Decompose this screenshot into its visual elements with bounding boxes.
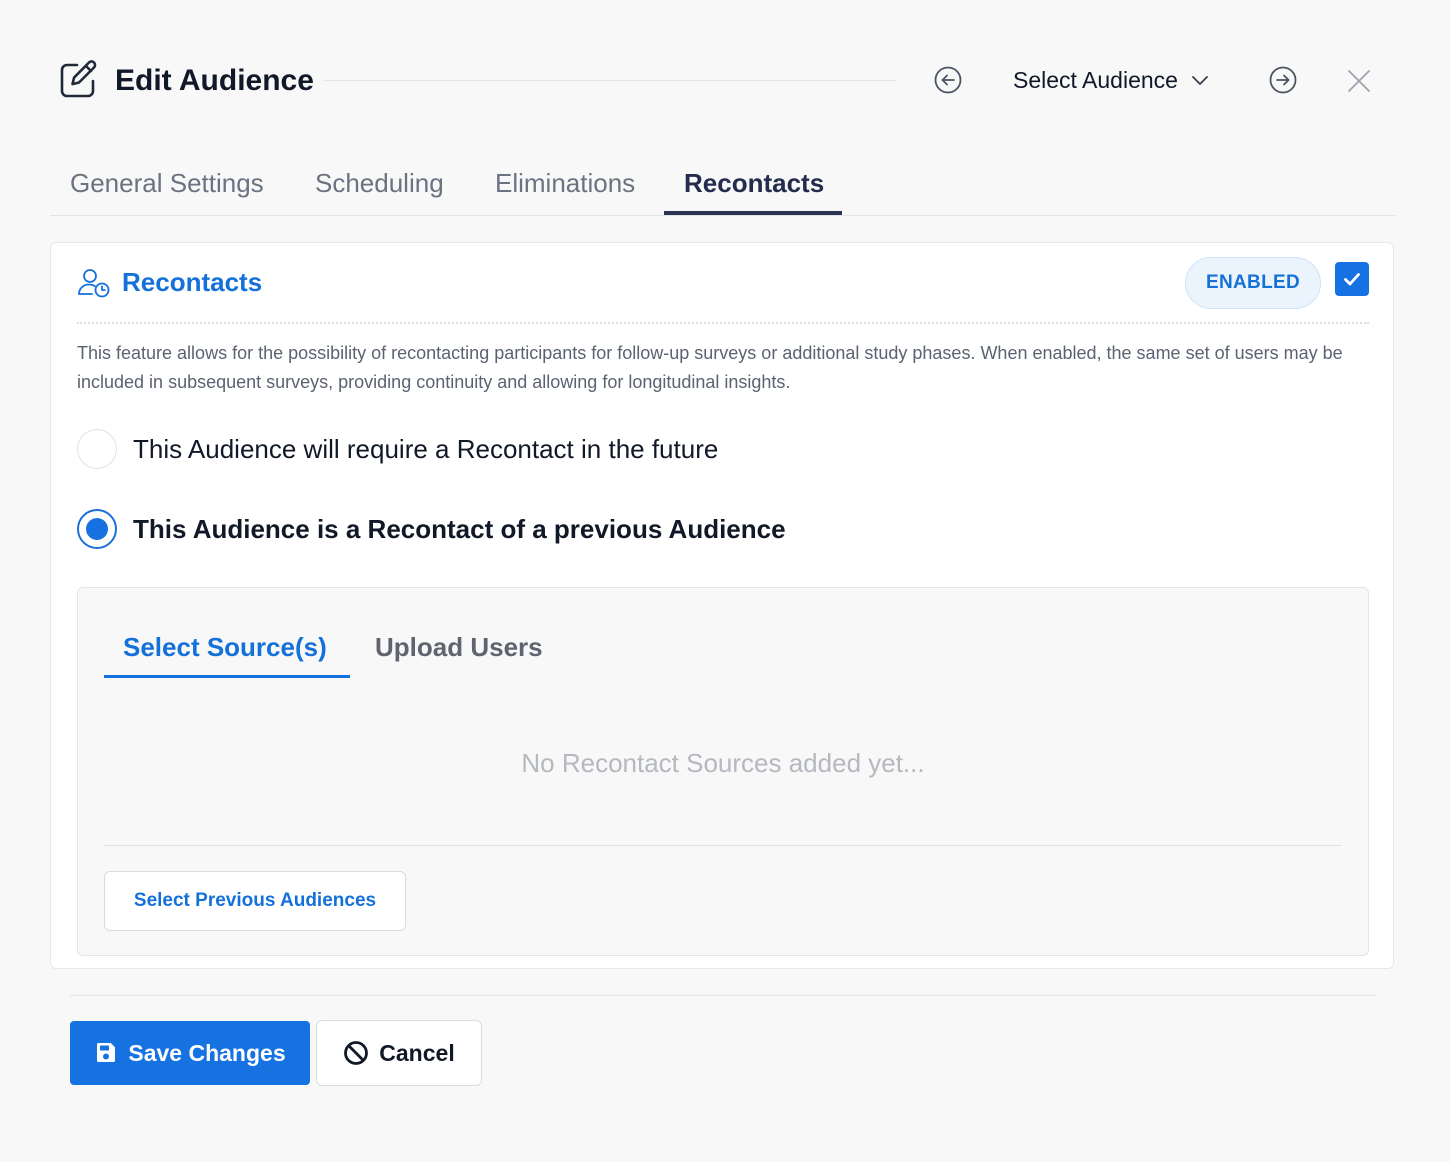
- save-button-label: Save Changes: [128, 1039, 286, 1066]
- radio-option-previous-recontact[interactable]: This Audience is a Recontact of a previo…: [77, 508, 786, 550]
- arrow-right-circle-icon[interactable]: [1269, 66, 1297, 94]
- radio-label: This Audience is a Recontact of a previo…: [133, 513, 786, 544]
- check-icon: [1344, 273, 1360, 286]
- chevron-down-icon: [1192, 76, 1208, 85]
- audience-select-label: Select Audience: [1013, 66, 1178, 93]
- cancel-button-label: Cancel: [379, 1039, 455, 1066]
- radio-button-selected[interactable]: [77, 509, 117, 549]
- cancel-button[interactable]: Cancel: [316, 1020, 482, 1086]
- save-changes-button[interactable]: Save Changes: [70, 1021, 310, 1085]
- radio-label: This Audience will require a Recontact i…: [133, 433, 719, 464]
- footer-divider: [70, 995, 1376, 996]
- dotted-divider: [77, 322, 1369, 324]
- arrow-left-circle-icon[interactable]: [934, 66, 962, 94]
- header-divider: [323, 80, 897, 81]
- tab-upload-users[interactable]: Upload Users: [375, 632, 543, 663]
- edit-square-icon: [60, 60, 97, 98]
- select-previous-audiences-button[interactable]: Select Previous Audiences: [104, 871, 406, 931]
- recontacts-enabled-checkbox[interactable]: [1335, 262, 1369, 296]
- recontact-source-panel: Select Source(s) Upload Users No Reconta…: [77, 587, 1369, 956]
- tab-select-sources[interactable]: Select Source(s): [123, 632, 327, 663]
- edit-audience-page: Edit Audience Select Audience General Se…: [0, 0, 1450, 1162]
- recontacts-card: Recontacts ENABLED This feature allows f…: [50, 242, 1394, 969]
- floppy-disk-icon: [97, 1043, 116, 1062]
- radio-button[interactable]: [77, 429, 117, 469]
- recontacts-title: Recontacts: [122, 267, 263, 297]
- panel-divider: [104, 845, 1342, 846]
- user-clock-icon: [78, 269, 110, 298]
- radio-option-future-recontact[interactable]: This Audience will require a Recontact i…: [77, 428, 718, 470]
- tab-general-settings[interactable]: General Settings: [70, 168, 264, 199]
- status-badge: ENABLED: [1185, 257, 1321, 309]
- header: Edit Audience Select Audience: [58, 56, 1388, 106]
- ban-icon: [344, 1041, 369, 1065]
- tab-scheduling[interactable]: Scheduling: [315, 168, 444, 199]
- active-subtab-indicator: [104, 675, 350, 678]
- tab-eliminations[interactable]: Eliminations: [495, 168, 635, 199]
- tab-recontacts[interactable]: Recontacts: [684, 168, 824, 199]
- audience-select-dropdown[interactable]: Select Audience: [1013, 64, 1210, 96]
- recontacts-description: This feature allows for the possibility …: [77, 343, 1343, 392]
- active-tab-indicator: [664, 211, 842, 215]
- page-title: Edit Audience: [115, 64, 314, 97]
- empty-state-message: No Recontact Sources added yet...: [521, 748, 925, 778]
- close-icon[interactable]: [1346, 68, 1372, 94]
- main-tabs: General Settings Scheduling Eliminations…: [50, 150, 1395, 216]
